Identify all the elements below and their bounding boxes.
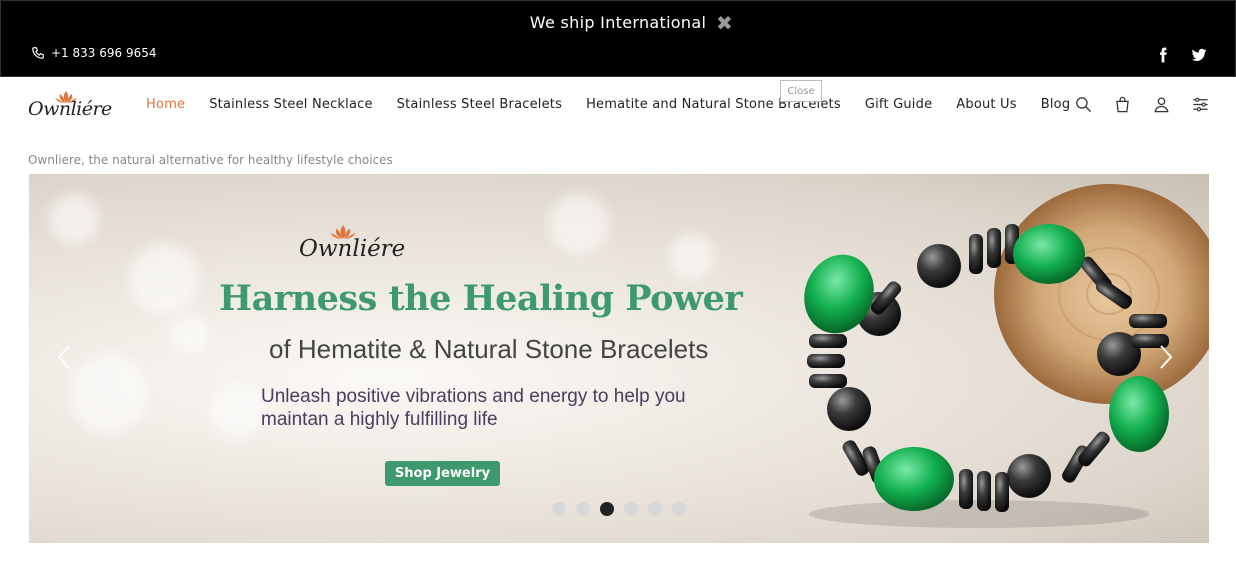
header-icons bbox=[1074, 95, 1210, 114]
site-logo[interactable]: Ownliére bbox=[28, 89, 128, 123]
bokeh-light bbox=[669, 234, 714, 279]
user-icon[interactable] bbox=[1152, 95, 1171, 114]
nav-item-home[interactable]: Home bbox=[146, 97, 185, 112]
nav-item-stainless-steel-bracelets[interactable]: Stainless Steel Bracelets bbox=[397, 97, 562, 112]
chevron-right-icon bbox=[1160, 345, 1173, 369]
bag-icon[interactable] bbox=[1113, 95, 1132, 114]
hero-logo: Ownliére bbox=[299, 225, 405, 262]
bokeh-light bbox=[549, 194, 609, 254]
bracelet-product-image bbox=[804, 184, 1209, 528]
slider-dot[interactable] bbox=[624, 502, 638, 516]
phone-number: +1 833 696 9654 bbox=[51, 46, 157, 60]
slider-dots bbox=[552, 502, 686, 516]
bokeh-light bbox=[69, 354, 149, 434]
hero-title: Harness the Healing Power bbox=[219, 278, 743, 319]
slider-dot[interactable] bbox=[672, 502, 686, 516]
announcement-close-icon[interactable]: ✖ bbox=[716, 11, 733, 35]
slider-next-arrow[interactable] bbox=[1153, 342, 1177, 372]
slider-prev-arrow[interactable] bbox=[53, 342, 77, 372]
hero-subtitle: of Hematite & Natural Stone Bracelets bbox=[269, 334, 709, 364]
bokeh-light bbox=[49, 194, 99, 244]
phone-icon bbox=[32, 47, 44, 59]
twitter-icon[interactable] bbox=[1191, 47, 1207, 63]
nav-item-blog[interactable]: Blog bbox=[1041, 97, 1071, 112]
hero-description: Unleash positive vibrations and energy t… bbox=[261, 386, 686, 430]
site-header: Ownliére Home Stainless Steel Necklace S… bbox=[0, 77, 1236, 135]
settings-sliders-icon[interactable] bbox=[1191, 95, 1210, 114]
bokeh-light bbox=[209, 384, 264, 439]
site-tagline: Ownliere, the natural alternative for he… bbox=[28, 153, 393, 167]
hero-slider: Ownliére Harness the Healing Power of He… bbox=[29, 174, 1209, 543]
slider-dot-active[interactable] bbox=[600, 502, 614, 516]
bokeh-light bbox=[129, 244, 199, 314]
search-icon[interactable] bbox=[1074, 95, 1093, 114]
slider-dot[interactable] bbox=[552, 502, 566, 516]
shop-jewelry-button[interactable]: Shop Jewelry bbox=[385, 461, 500, 486]
slider-dot[interactable] bbox=[576, 502, 590, 516]
bokeh-light bbox=[169, 314, 209, 354]
main-nav: Home Stainless Steel Necklace Stainless … bbox=[146, 97, 1070, 112]
phone-contact[interactable]: +1 833 696 9654 bbox=[31, 46, 156, 60]
slider-dot[interactable] bbox=[648, 502, 662, 516]
nav-item-about-us[interactable]: About Us bbox=[956, 97, 1016, 112]
lotus-icon bbox=[330, 225, 356, 239]
nav-item-stainless-steel-necklace[interactable]: Stainless Steel Necklace bbox=[209, 97, 372, 112]
announcement-text: We ship International bbox=[529, 13, 707, 32]
social-links bbox=[1155, 47, 1207, 63]
chevron-left-icon bbox=[57, 345, 70, 369]
nav-item-gift-guide[interactable]: Gift Guide bbox=[865, 97, 932, 112]
facebook-icon[interactable] bbox=[1155, 47, 1171, 63]
announcement-bar: We ship International ✖ +1 833 696 9654 bbox=[0, 0, 1236, 77]
logo-text: Ownliére bbox=[28, 98, 112, 120]
close-tooltip: Close bbox=[780, 80, 822, 102]
